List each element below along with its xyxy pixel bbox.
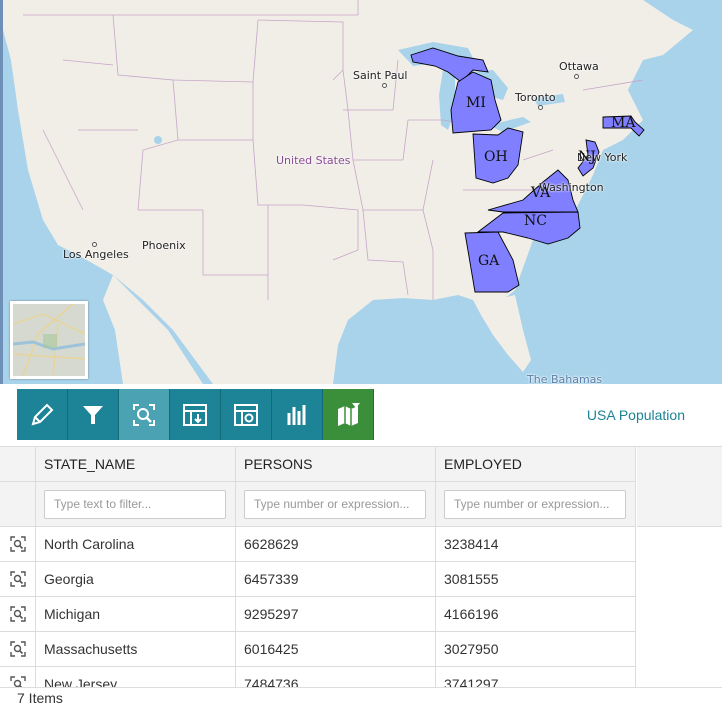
label-bahamas: The Bahamas — [527, 373, 603, 384]
table-row[interactable]: Georgia 6457339 3081555 — [0, 562, 636, 597]
map-filter-icon — [338, 402, 360, 426]
state-name-filter-input[interactable]: Type text to filter... — [44, 489, 226, 519]
zoom-to-selection-icon — [133, 403, 155, 426]
export-table-button[interactable] — [170, 389, 221, 440]
table-settings-icon — [234, 403, 258, 426]
persons-cell: 6628629 — [236, 527, 436, 562]
zoom-to-row-button[interactable] — [0, 527, 36, 562]
persons-cell: 6016425 — [236, 632, 436, 667]
zoom-to-selection-button[interactable] — [119, 389, 170, 440]
persons-cell: 6457339 — [236, 562, 436, 597]
state-label-nj: NJ — [578, 149, 596, 165]
zoom-to-row-button[interactable] — [0, 597, 36, 632]
state-label-ma: MA — [611, 115, 636, 131]
label-los-angeles: Los Angeles — [63, 248, 129, 261]
table-row[interactable]: North Carolina 6628629 3238414 — [0, 527, 636, 562]
map-filter-button[interactable] — [323, 389, 374, 440]
zoom-to-row-icon — [9, 536, 26, 552]
zoom-to-row-button[interactable] — [0, 632, 36, 667]
state-name-cell: North Carolina — [36, 527, 236, 562]
state-name-cell: New Jersey — [36, 667, 236, 688]
attribute-table: STATE_NAME PERSONS EMPLOYED Type text to… — [0, 446, 722, 688]
state-name-cell: Georgia — [36, 562, 236, 597]
filter-corner — [0, 482, 36, 527]
state-name-cell: Michigan — [36, 597, 236, 632]
label-toronto: Toronto — [515, 91, 556, 104]
table-settings-button[interactable] — [221, 389, 272, 440]
city-dot — [382, 83, 387, 88]
header-corner — [0, 447, 36, 482]
state-label-oh: OH — [484, 149, 508, 165]
overview-minimap[interactable] — [10, 301, 88, 379]
city-dot — [538, 105, 543, 110]
persons-filter-input[interactable]: Type number or expression... — [244, 489, 426, 519]
header-row: STATE_NAME PERSONS EMPLOYED — [0, 447, 636, 482]
persons-cell: 7484736 — [236, 667, 436, 688]
state-label-va: VA — [531, 185, 551, 201]
zoom-to-row-icon — [9, 571, 26, 587]
state-label-nc: NC — [524, 213, 547, 229]
table-row[interactable]: New Jersey 7484736 3741297 — [0, 667, 636, 688]
table-row[interactable]: Massachusetts 6016425 3027950 — [0, 632, 636, 667]
zoom-to-row-icon — [9, 606, 26, 622]
zoom-to-row-button[interactable] — [0, 667, 36, 688]
grid-toolbar — [17, 389, 374, 440]
employed-filter-input[interactable]: Type number or expression... — [444, 489, 626, 519]
employed-cell: 3238414 — [436, 527, 636, 562]
column-header-state-name[interactable]: STATE_NAME — [36, 447, 236, 482]
label-ottawa: Ottawa — [559, 60, 599, 73]
label-phoenix: Phoenix — [142, 239, 186, 252]
edit-icon — [31, 403, 54, 425]
filter-cell: Type number or expression... — [236, 482, 436, 527]
basemap — [3, 0, 722, 384]
grid-footer: 7 Items — [0, 687, 722, 723]
table-row[interactable]: Michigan 9295297 4166196 — [0, 597, 636, 632]
chart-icon — [287, 404, 306, 425]
minimap-image — [13, 304, 85, 376]
export-table-icon — [183, 403, 207, 426]
chart-button[interactable] — [272, 389, 323, 440]
column-header-persons[interactable]: PERSONS — [236, 447, 436, 482]
state-label-ga: GA — [478, 253, 500, 269]
edit-button[interactable] — [17, 389, 68, 440]
zoom-to-row-button[interactable] — [0, 562, 36, 597]
employed-cell: 3027950 — [436, 632, 636, 667]
state-name-cell: Massachusetts — [36, 632, 236, 667]
filter-icon — [83, 405, 103, 424]
header-filler — [637, 447, 722, 527]
column-header-employed[interactable]: EMPLOYED — [436, 447, 636, 482]
label-saint-paul: Saint Paul — [353, 69, 408, 82]
filter-row: Type text to filter... Type number or ex… — [0, 482, 636, 527]
city-dot — [574, 74, 579, 79]
city-dot — [92, 242, 97, 247]
item-count: 7 Items — [17, 690, 63, 706]
filter-cell: Type text to filter... — [36, 482, 236, 527]
state-label-mi: MI — [466, 95, 486, 111]
filter-cell: Type number or expression... — [436, 482, 636, 527]
layer-title: USA Population — [586, 407, 685, 423]
label-united-states: United States — [276, 154, 351, 167]
zoom-to-row-icon — [9, 641, 26, 657]
employed-cell: 3741297 — [436, 667, 636, 688]
filter-button[interactable] — [68, 389, 119, 440]
persons-cell: 9295297 — [236, 597, 436, 632]
employed-cell: 4166196 — [436, 597, 636, 632]
employed-cell: 3081555 — [436, 562, 636, 597]
map-view[interactable]: Saint Paul Ottawa Toronto United States … — [0, 0, 722, 384]
